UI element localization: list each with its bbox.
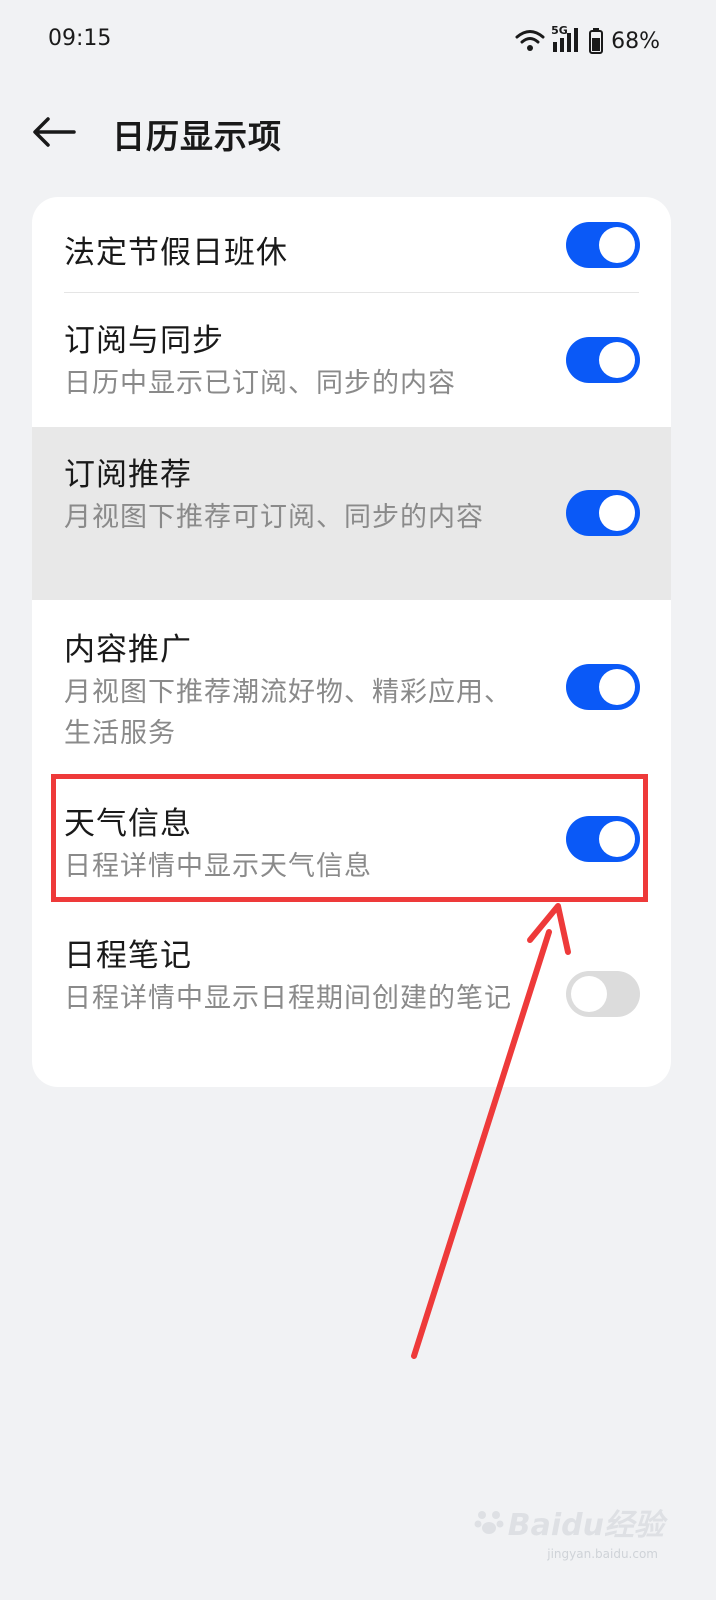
watermark-logo: Baidu经验: [474, 1500, 664, 1544]
toggle-knob: [599, 669, 635, 705]
watermark-url: jingyan.baidu.com: [547, 1547, 658, 1561]
setting-row-subscribe-sync[interactable]: 订阅与同步 日历中显示已订阅、同步的内容: [32, 293, 671, 427]
wifi-icon: [515, 29, 545, 53]
battery-percentage: 68%: [611, 28, 660, 54]
setting-subtitle: 日历中显示已订阅、同步的内容: [64, 368, 456, 399]
setting-subtitle: 日程详情中显示天气信息: [64, 851, 372, 882]
content-promotion-toggle[interactable]: [566, 664, 640, 710]
setting-title: 日程笔记: [64, 938, 192, 974]
header: 日历显示项: [0, 96, 716, 168]
setting-row-content-promotion[interactable]: 内容推广 月视图下推荐潮流好物、精彩应用、生活服务: [32, 600, 671, 772]
toggle-knob: [599, 227, 635, 263]
toggle-knob: [571, 976, 607, 1012]
setting-title: 订阅推荐: [64, 457, 192, 493]
signal-icon: 5G: [551, 24, 583, 56]
holiday-toggle[interactable]: [566, 222, 640, 268]
setting-row-schedule-notes[interactable]: 日程笔记 日程详情中显示日程期间创建的笔记: [32, 900, 671, 1087]
paw-icon: [474, 1511, 504, 1534]
subscribe-recommend-toggle[interactable]: [566, 490, 640, 536]
setting-row-subscribe-recommend[interactable]: 订阅推荐 月视图下推荐可订阅、同步的内容: [32, 427, 671, 600]
weather-toggle[interactable]: [566, 816, 640, 862]
watermark-text: Baidu经验: [507, 1508, 664, 1543]
toggle-knob: [599, 342, 635, 378]
setting-subtitle: 月视图下推荐潮流好物、精彩应用、生活服务: [64, 677, 512, 749]
setting-title: 法定节假日班休: [64, 235, 288, 271]
setting-subtitle: 月视图下推荐可订阅、同步的内容: [64, 502, 484, 533]
settings-card: 法定节假日班休 订阅与同步 日历中显示已订阅、同步的内容 订阅推荐 月视图下推荐…: [32, 197, 671, 1087]
subscribe-sync-toggle[interactable]: [566, 337, 640, 383]
page-title: 日历显示项: [112, 117, 282, 156]
setting-title: 天气信息: [64, 806, 192, 842]
setting-title: 内容推广: [64, 632, 192, 668]
schedule-notes-toggle[interactable]: [566, 971, 640, 1017]
battery-icon: [589, 28, 604, 54]
toggle-knob: [599, 821, 635, 857]
status-time: 09:15: [48, 26, 112, 51]
setting-row-holiday[interactable]: 法定节假日班休: [32, 197, 671, 293]
network-type-label: 5G: [551, 24, 568, 37]
toggle-knob: [599, 495, 635, 531]
setting-row-weather[interactable]: 天气信息 日程详情中显示天气信息: [32, 772, 671, 900]
setting-title: 订阅与同步: [64, 323, 224, 359]
status-icons: 5G 68%: [515, 24, 660, 56]
back-button[interactable]: [26, 108, 82, 156]
status-bar: 09:15 5G 68%: [0, 0, 716, 84]
setting-subtitle: 日程详情中显示日程期间创建的笔记: [64, 983, 512, 1014]
arrow-left-icon: [33, 117, 76, 147]
